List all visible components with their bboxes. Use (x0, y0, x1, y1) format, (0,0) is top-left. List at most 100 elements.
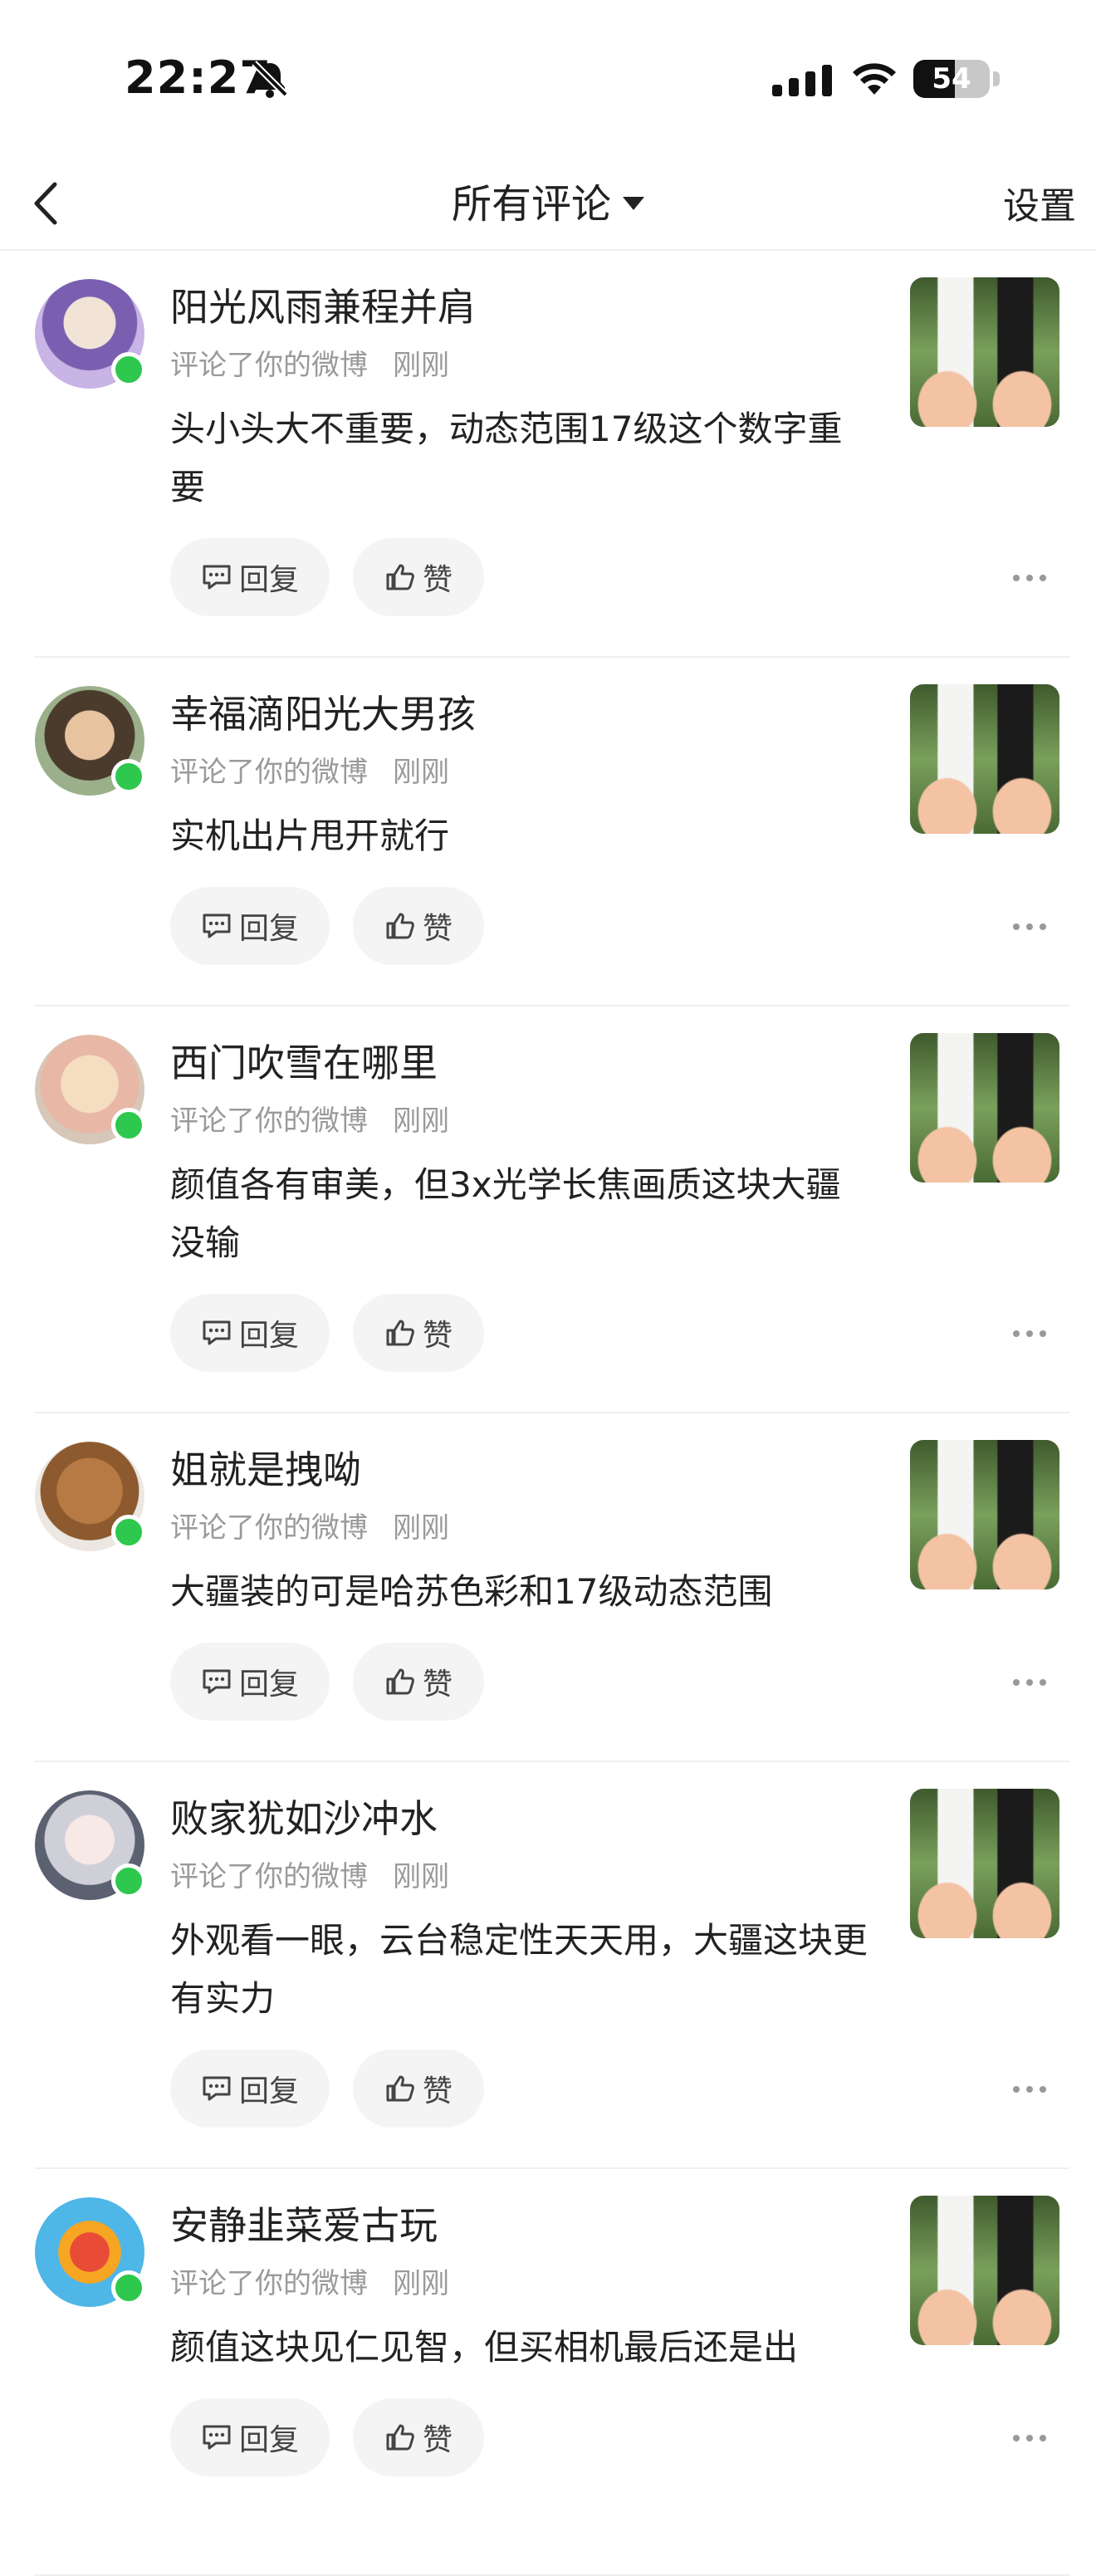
comment-meta: 评论了你的微博 刚刚 (170, 1854, 449, 1894)
wifi-icon (853, 63, 896, 95)
more-options-icon[interactable] (1013, 2430, 1046, 2446)
thumbs-up-icon (386, 1320, 414, 1346)
online-indicator (111, 1863, 146, 1898)
comment-action: 评论了你的微博 (170, 1104, 368, 1138)
online-indicator (111, 1515, 146, 1550)
comment-text[interactable]: 颜值这块见仁见智，但买相机最后还是出 (170, 2319, 868, 2377)
reply-button[interactable]: 回复 (170, 887, 330, 965)
comment-item[interactable]: 安静韭菜爱古玩 评论了你的微博 刚刚 颜值这块见仁见智，但买相机最后还是出 回复 … (0, 2169, 1096, 2576)
settings-button[interactable]: 设置 (1003, 176, 1076, 229)
more-options-icon[interactable] (1013, 1674, 1046, 1691)
more-options-icon[interactable] (1013, 570, 1046, 586)
comment-action: 评论了你的微博 (170, 349, 368, 382)
comment-time: 刚刚 (393, 1104, 449, 1138)
reply-label: 回复 (238, 912, 299, 946)
online-indicator (111, 1108, 146, 1143)
post-thumbnail[interactable] (910, 2196, 1059, 2345)
comment-icon (203, 913, 231, 938)
status-bar: 22:27 54 (0, 0, 1096, 158)
like-button[interactable]: 赞 (353, 887, 484, 965)
like-label: 赞 (422, 2074, 453, 2108)
comment-icon (203, 2076, 231, 2101)
comment-meta: 评论了你的微博 刚刚 (170, 1505, 449, 1545)
comment-action: 评论了你的微博 (170, 1511, 368, 1545)
reply-label: 回复 (238, 1319, 299, 1353)
comment-icon (203, 2425, 231, 2450)
thumbs-up-icon (386, 1668, 414, 1695)
commenter-name[interactable]: 西门吹雪在哪里 (170, 1033, 438, 1088)
thumbs-up-icon (386, 2075, 414, 2102)
like-label: 赞 (422, 2423, 453, 2457)
post-thumbnail[interactable] (910, 1033, 1059, 1183)
like-button[interactable]: 赞 (353, 2050, 484, 2128)
comment-meta: 评论了你的微博 刚刚 (170, 1098, 449, 1139)
comment-item[interactable]: 阳光风雨兼程并肩 评论了你的微博 刚刚 头小头大不重要，动态范围17级这个数字重要… (0, 251, 1096, 658)
comment-action: 评论了你的微博 (170, 756, 368, 789)
thumbs-up-icon (386, 913, 414, 939)
like-label: 赞 (422, 912, 453, 946)
more-options-icon[interactable] (1013, 1325, 1046, 1342)
post-thumbnail[interactable] (910, 277, 1059, 427)
comment-time: 刚刚 (393, 1511, 449, 1545)
reply-button[interactable]: 回复 (170, 1294, 330, 1372)
reply-button[interactable]: 回复 (170, 538, 330, 616)
commenter-name[interactable]: 姐就是拽呦 (170, 1440, 361, 1495)
more-options-icon[interactable] (1013, 918, 1046, 935)
reply-label: 回复 (238, 2074, 299, 2108)
like-button[interactable]: 赞 (353, 1294, 484, 1372)
comment-meta: 评论了你的微博 刚刚 (170, 749, 449, 790)
nav-bar: 所有评论 设置 (0, 158, 1096, 251)
online-indicator (111, 352, 146, 387)
comment-filter-dropdown[interactable]: 所有评论 (0, 171, 1096, 229)
comment-item[interactable]: 败家犹如沙冲水 评论了你的微博 刚刚 外观看一眼，云台稳定性天天用，大疆这块更有实… (0, 1762, 1096, 2169)
comment-time: 刚刚 (393, 756, 449, 789)
comment-icon (203, 565, 231, 590)
reply-label: 回复 (238, 1668, 299, 1702)
comment-text[interactable]: 头小头大不重要，动态范围17级这个数字重要 (170, 400, 868, 517)
comment-text[interactable]: 实机出片甩开就行 (170, 807, 868, 865)
reply-button[interactable]: 回复 (170, 1643, 330, 1721)
comment-item[interactable]: 姐就是拽呦 评论了你的微博 刚刚 大疆装的可是哈苏色彩和17级动态范围 回复 赞 (0, 1413, 1096, 1762)
comment-item[interactable]: 幸福滴阳光大男孩 评论了你的微博 刚刚 实机出片甩开就行 回复 赞 (0, 658, 1096, 1006)
more-options-icon[interactable] (1013, 2081, 1046, 2098)
commenter-name[interactable]: 阳光风雨兼程并肩 (170, 277, 476, 332)
bell-slash-icon (252, 61, 288, 98)
commenter-name[interactable]: 幸福滴阳光大男孩 (170, 684, 476, 739)
reply-button[interactable]: 回复 (170, 2398, 330, 2476)
battery-level: 54 (932, 62, 971, 95)
thumbs-up-icon (386, 2424, 414, 2451)
page-title: 所有评论 (451, 181, 611, 228)
post-thumbnail[interactable] (910, 1789, 1059, 1938)
like-label: 赞 (422, 1319, 453, 1353)
battery-tip (993, 71, 1000, 86)
caret-down-icon (623, 197, 644, 210)
commenter-name[interactable]: 安静韭菜爱古玩 (170, 2196, 438, 2250)
online-indicator (111, 759, 146, 794)
thumbs-up-icon (386, 564, 414, 590)
reply-button[interactable]: 回复 (170, 2050, 330, 2128)
comment-text[interactable]: 颜值各有审美，但3x光学长焦画质这块大疆没输 (170, 1156, 868, 1272)
comment-item[interactable]: 西门吹雪在哪里 评论了你的微博 刚刚 颜值各有审美，但3x光学长焦画质这块大疆没输… (0, 1006, 1096, 1413)
like-button[interactable]: 赞 (353, 538, 484, 616)
comment-text[interactable]: 大疆装的可是哈苏色彩和17级动态范围 (170, 1563, 868, 1621)
online-indicator (111, 2270, 146, 2305)
post-thumbnail[interactable] (910, 684, 1059, 834)
comment-meta: 评论了你的微博 刚刚 (170, 342, 449, 383)
like-button[interactable]: 赞 (353, 2398, 484, 2476)
comment-text[interactable]: 外观看一眼，云台稳定性天天用，大疆这块更有实力 (170, 1912, 868, 2028)
post-thumbnail[interactable] (910, 1440, 1059, 1589)
comment-list: 阳光风雨兼程并肩 评论了你的微博 刚刚 头小头大不重要，动态范围17级这个数字重要… (0, 251, 1096, 2576)
comment-meta: 评论了你的微博 刚刚 (170, 2260, 449, 2301)
comment-action: 评论了你的微博 (170, 1860, 368, 1893)
like-label: 赞 (422, 1668, 453, 1702)
comment-time: 刚刚 (393, 349, 449, 382)
comment-icon (203, 1669, 231, 1694)
like-button[interactable]: 赞 (353, 1643, 484, 1721)
like-label: 赞 (422, 563, 453, 597)
comment-action: 评论了你的微博 (170, 2267, 368, 2300)
cellular-signal-icon (772, 65, 832, 96)
reply-label: 回复 (238, 2423, 299, 2457)
battery-icon: 54 (913, 60, 990, 98)
commenter-name[interactable]: 败家犹如沙冲水 (170, 1789, 438, 1844)
comment-time: 刚刚 (393, 1860, 449, 1893)
